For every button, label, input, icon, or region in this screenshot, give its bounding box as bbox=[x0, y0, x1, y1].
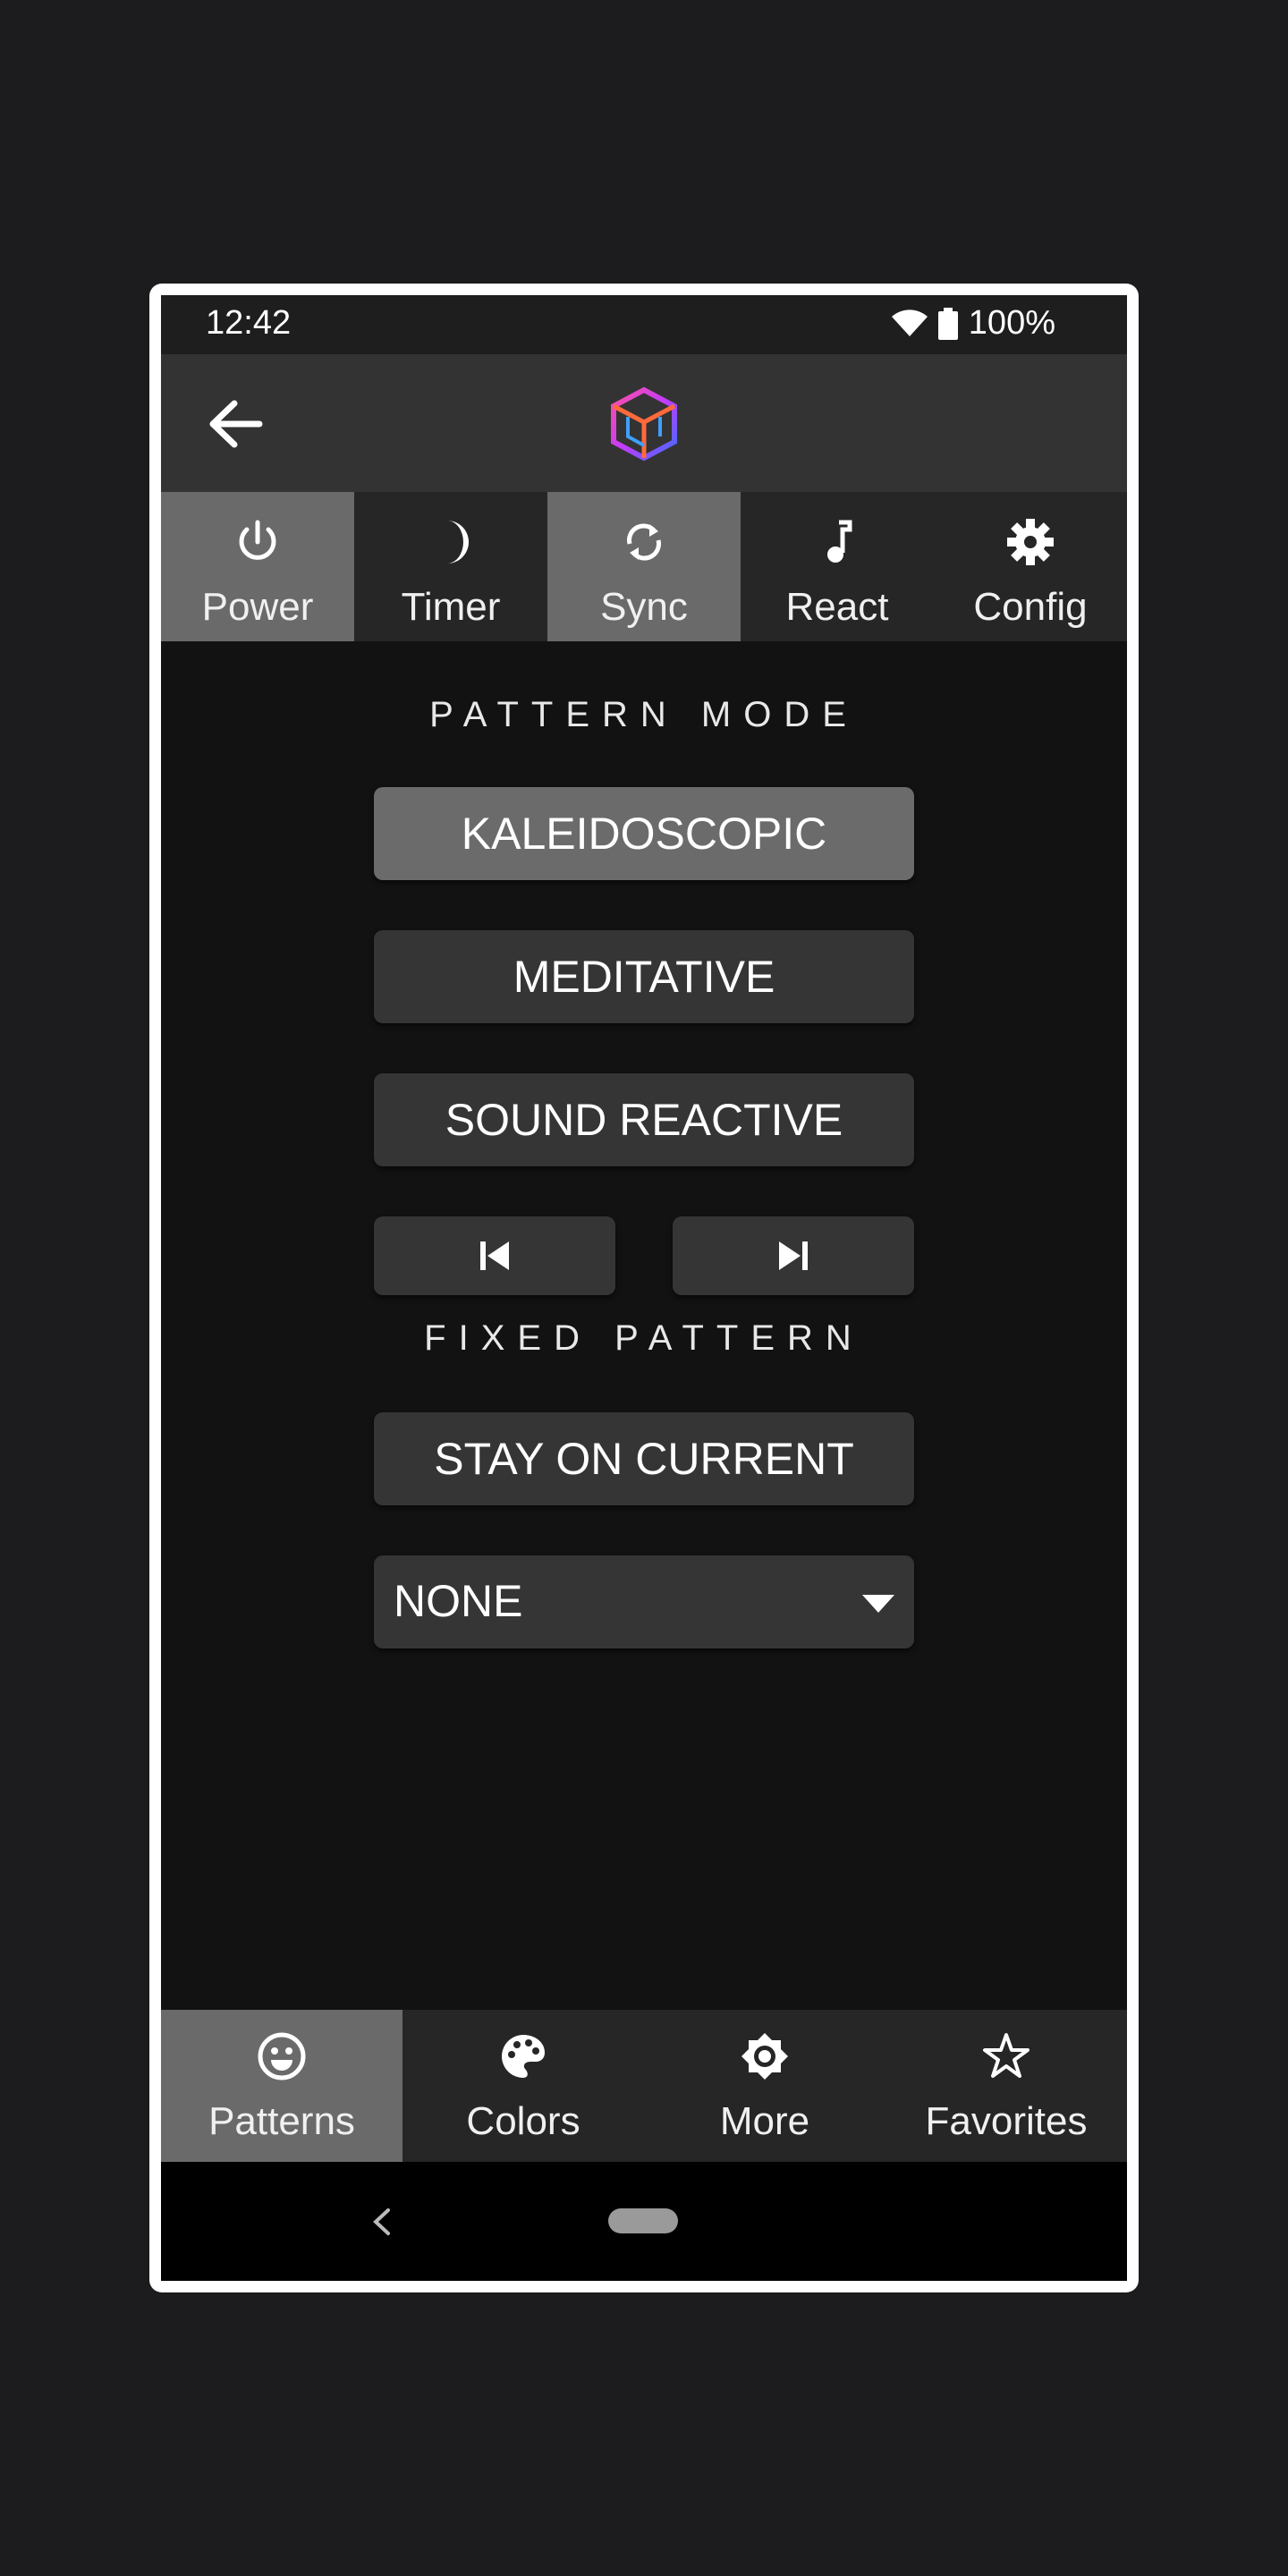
battery-icon bbox=[937, 307, 958, 340]
brightness-icon bbox=[741, 2033, 788, 2080]
tab-label: Config bbox=[973, 585, 1088, 629]
nav-label: More bbox=[719, 2099, 810, 2143]
next-pattern-button[interactable] bbox=[673, 1216, 914, 1295]
meditative-button[interactable]: MEDITATIVE bbox=[374, 930, 914, 1023]
nav-more[interactable]: More bbox=[644, 2010, 886, 2162]
nav-label: Patterns bbox=[208, 2099, 355, 2143]
tab-react[interactable]: React bbox=[741, 492, 934, 641]
pattern-select[interactable]: NONE bbox=[374, 1555, 914, 1648]
nav-label: Favorites bbox=[925, 2099, 1088, 2143]
status-bar: 12:42 100% bbox=[161, 295, 1127, 354]
pattern-select-value: NONE bbox=[394, 1576, 523, 1626]
tab-power[interactable]: Power bbox=[161, 492, 354, 641]
star-icon bbox=[983, 2033, 1030, 2078]
skip-next-icon bbox=[779, 1241, 808, 1270]
moon-icon bbox=[447, 521, 469, 564]
main-content: PATTERN MODE KALEIDOSCOPIC MEDITATIVE SO… bbox=[161, 641, 1127, 2010]
tab-label: Sync bbox=[600, 585, 688, 629]
system-nav-bar bbox=[161, 2162, 1127, 2281]
palette-icon bbox=[502, 2035, 545, 2078]
smiley-icon bbox=[258, 2032, 306, 2080]
previous-pattern-button[interactable] bbox=[374, 1216, 615, 1295]
tab-label: Power bbox=[201, 585, 314, 629]
nav-patterns[interactable]: Patterns bbox=[161, 2010, 402, 2162]
music-note-icon bbox=[827, 520, 852, 563]
nav-label: Colors bbox=[466, 2099, 580, 2143]
sync-icon bbox=[627, 523, 661, 561]
nav-favorites[interactable]: Favorites bbox=[886, 2010, 1127, 2162]
bottom-nav: Patterns Colors More Favorites bbox=[161, 2010, 1127, 2162]
skip-previous-icon bbox=[480, 1241, 509, 1270]
gear-icon bbox=[1007, 519, 1054, 565]
pattern-mode-heading: PATTERN MODE bbox=[429, 695, 859, 734]
battery-percent: 100% bbox=[968, 304, 1055, 342]
back-arrow-icon[interactable] bbox=[206, 394, 265, 453]
app-bar bbox=[161, 354, 1127, 492]
kaleidoscopic-button[interactable]: KALEIDOSCOPIC bbox=[374, 787, 914, 880]
stay-on-current-button[interactable]: STAY ON CURRENT bbox=[374, 1412, 914, 1505]
dropdown-caret-icon bbox=[862, 1595, 894, 1613]
tab-timer[interactable]: Timer bbox=[354, 492, 547, 641]
system-back-icon[interactable] bbox=[369, 2207, 395, 2237]
tab-sync[interactable]: Sync bbox=[547, 492, 741, 641]
tab-label: React bbox=[785, 585, 889, 629]
status-icons: 100% bbox=[891, 304, 1055, 343]
tab-label: Timer bbox=[401, 585, 501, 629]
tab-config[interactable]: Config bbox=[934, 492, 1127, 641]
status-time: 12:42 bbox=[206, 304, 292, 342]
top-tab-bar: Power Timer Sync React Config bbox=[161, 492, 1127, 641]
wifi-icon bbox=[891, 309, 928, 336]
system-home-pill[interactable] bbox=[608, 2208, 678, 2233]
power-icon bbox=[239, 520, 276, 560]
fixed-pattern-heading: FIXED PATTERN bbox=[424, 1318, 864, 1358]
sound-reactive-button[interactable]: SOUND REACTIVE bbox=[374, 1073, 914, 1166]
nav-colors[interactable]: Colors bbox=[402, 2010, 644, 2162]
phone-screen: 12:42 100% Power Timer Sync React Config… bbox=[161, 295, 1127, 2281]
app-logo bbox=[611, 386, 677, 462]
